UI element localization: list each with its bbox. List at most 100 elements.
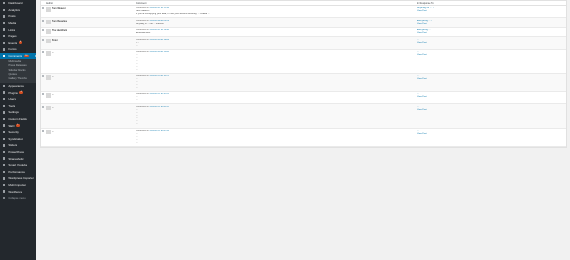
gauge-icon (3, 170, 6, 173)
author-name[interactable]: Peter (52, 39, 58, 42)
menu-item-sliders[interactable]: Sliders (0, 142, 36, 149)
view-post-link[interactable]: View Post (417, 10, 565, 13)
response-cell: ... View Post (416, 104, 566, 127)
menu-item-wordpress-importer[interactable]: Wordpress Importer (0, 175, 36, 182)
author-name[interactable]: ... (52, 130, 54, 133)
menu-item-label: Forms (8, 47, 17, 52)
menu-item-label: Media (8, 21, 17, 26)
avatar (46, 19, 51, 25)
submitted-label: Submitted on (136, 29, 149, 32)
comment-timestamp-link[interactable]: 2014/07/09 at 18:06 (150, 39, 169, 41)
menu-item-tools[interactable]: Tools (0, 103, 36, 110)
author-name[interactable]: The Hackfield (52, 29, 68, 32)
chart-icon (3, 8, 6, 12)
comment-timestamp-link[interactable]: 2014/07/11 at 10:25 (150, 93, 169, 95)
row-checkbox[interactable] (41, 19, 44, 22)
column-comment: Comment (136, 1, 147, 5)
row-checkbox[interactable] (41, 93, 44, 96)
collapse-menu-button[interactable]: Collapse menu (0, 195, 36, 202)
row-checkbox[interactable] (41, 75, 44, 78)
menu-item-powerpress[interactable]: PowerPress (0, 149, 36, 156)
menu-item-appearance[interactable]: Appearance (0, 83, 36, 90)
row-checkbox[interactable] (41, 51, 44, 54)
row-checkbox[interactable] (41, 129, 44, 132)
media-icon (3, 21, 6, 25)
menu-item-posts[interactable]: Posts (0, 13, 36, 20)
view-post-link[interactable]: View Post (417, 78, 565, 81)
users-icon (3, 98, 6, 101)
menu-item-links[interactable]: Links (0, 26, 36, 33)
author-name[interactable]: ... (52, 106, 54, 109)
author-name[interactable]: ... (52, 51, 54, 54)
menu-item-multi-importer[interactable]: Multi Importer (0, 182, 36, 189)
menu-item-comments[interactable]: Comments 16 (0, 52, 36, 60)
menu-item-label: Users (8, 97, 16, 102)
view-post-link[interactable]: View Post (417, 133, 565, 136)
comment-timestamp-link[interactable]: 2014/07/08 at 03:24 (150, 20, 169, 22)
menu-item-analytics[interactable]: Analytics (0, 7, 36, 14)
menu-item-users[interactable]: Users (0, 96, 36, 103)
row-checkbox[interactable] (41, 38, 44, 41)
submenu-item-gallery-thumbs[interactable]: Gallery Thumbs (0, 77, 36, 81)
view-post-link[interactable]: View Post (417, 23, 565, 26)
menu-item-label: Analytics (8, 7, 20, 12)
row-checkbox-cell (41, 74, 45, 91)
avatar (46, 7, 51, 12)
comment-timestamp-link[interactable]: 2014/07/07 at 19:50 (150, 29, 169, 31)
author-cell: Peter (45, 37, 99, 48)
menu-item-label: Dashboard (8, 1, 23, 6)
menu-item-label: Performance (8, 169, 25, 174)
author-name[interactable]: ... (52, 93, 54, 96)
view-post-link[interactable]: View Post (417, 42, 565, 45)
menu-item-label: Shareaholic (8, 156, 24, 161)
menu-item-forms[interactable]: Forms (0, 46, 36, 53)
row-checkbox[interactable] (41, 105, 44, 108)
pin-icon (3, 15, 6, 18)
row-checkbox[interactable] (41, 7, 44, 10)
menu-item-media[interactable]: Media (0, 20, 36, 27)
count-badge: 5 (18, 41, 23, 45)
menu-item-plugins[interactable]: Plugins 4 (0, 89, 36, 96)
submitted-label: Submitted on (136, 93, 149, 96)
menu-item-label: Settings (8, 110, 19, 115)
author-meta-cell (99, 92, 135, 103)
comment-cell: Submitted on 2014/07/11 at 02:33........… (135, 129, 416, 146)
comment-timestamp-link[interactable]: 2014/07/11 at 05:31 (150, 106, 169, 108)
menu-item-label: Tools (8, 103, 16, 108)
comment-timestamp-link[interactable]: 2014/07/07 at 12:35 (150, 7, 169, 9)
menu-item-seo[interactable]: SEO 1 (0, 122, 36, 129)
response-cell: Anything for ... ? View Post (416, 6, 566, 17)
view-post-link[interactable]: View Post (417, 109, 565, 112)
author-name[interactable]: Tom Weaver (52, 7, 66, 10)
row-checkbox-cell (41, 37, 45, 48)
author-name[interactable]: Tom Beaulieu (52, 20, 68, 23)
view-post-link[interactable]: View Post (417, 54, 565, 57)
menu-item-settings[interactable]: Settings (0, 109, 36, 116)
response-cell: ... View Post (416, 37, 566, 48)
menu-item-wordfence[interactable]: Wordfence (0, 188, 36, 195)
comment-cell: Submitted on 2014/07/07 at 12:35 Nick Gea… (135, 6, 416, 17)
menu-item-performance[interactable]: Performance (0, 169, 36, 176)
view-post-link[interactable]: View Post (417, 96, 565, 99)
menu-item-security[interactable]: Security (0, 129, 36, 136)
menu-item-smart-youtube[interactable]: Smart Youtube (0, 162, 36, 169)
column-response[interactable]: In Response To (416, 2, 566, 5)
menu-item-custom-fields[interactable]: Custom Fields (0, 116, 36, 123)
table-row: Peter Submitted on 2014/07/09 at 18:06 I .… (41, 37, 566, 50)
column-author[interactable]: Author (45, 2, 99, 5)
menu-item-dashboard[interactable]: Dashboard (0, 0, 36, 7)
menu-item-pages[interactable]: Pages (0, 33, 36, 40)
menu-item-syndication[interactable]: Syndication (0, 136, 36, 143)
avatar (46, 93, 51, 98)
comment-timestamp-link[interactable]: 2014/07/09 at 15:00 (150, 51, 169, 53)
author-name[interactable]: ... (52, 75, 54, 78)
calendar-icon (3, 41, 6, 45)
comment-timestamp-link[interactable]: 2014/07/11 at 02:33 (150, 130, 169, 132)
comment-timestamp-link[interactable]: 2014/07/10 at 10:21 (150, 75, 169, 77)
menu-item-shareaholic[interactable]: Shareaholic (0, 155, 36, 162)
menu-item-events[interactable]: Events 5 (0, 40, 36, 47)
comment-text: Anyway, a ... the ... interest (136, 22, 164, 25)
row-checkbox[interactable] (41, 29, 44, 32)
view-post-link[interactable]: View Post (417, 32, 565, 35)
author-meta-cell (99, 50, 135, 73)
